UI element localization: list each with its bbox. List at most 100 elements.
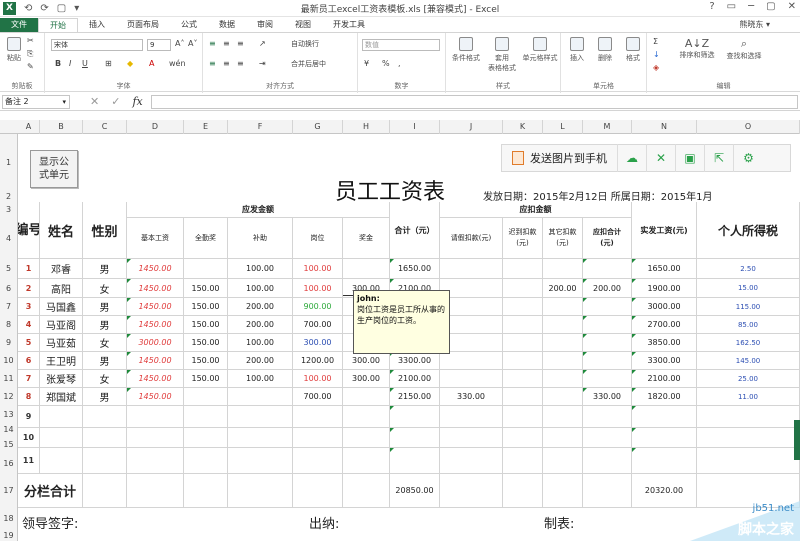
cell-other-4[interactable] — [543, 316, 583, 334]
cell-tax-7[interactable]: 25.00 — [697, 370, 800, 388]
cell-name-8[interactable]: 郑国斌 — [40, 388, 83, 406]
cell-comment[interactable]: john: 岗位工资是员工所从事的生产岗位的工资。 — [353, 290, 450, 354]
column-header-c[interactable]: C — [83, 120, 127, 134]
cell-attendance-4[interactable]: 150.00 — [184, 316, 228, 334]
empty-cell[interactable] — [390, 428, 440, 448]
empty-cell[interactable] — [632, 428, 697, 448]
column-header-j[interactable]: J — [440, 120, 503, 134]
cell-subsidy-2[interactable]: 100.00 — [228, 279, 293, 298]
cell-post-3[interactable]: 900.00 — [293, 298, 343, 316]
cell-tax-1[interactable]: 2.50 — [697, 259, 800, 279]
column-header-n[interactable]: N — [632, 120, 697, 134]
header-tax[interactable]: 个人所得税 — [697, 202, 800, 259]
empty-cell[interactable] — [83, 448, 127, 474]
cell-no-4[interactable]: 4 — [18, 316, 40, 334]
align-bottom-icon[interactable]: ≡ — [237, 39, 244, 48]
subtotal-cell[interactable] — [543, 474, 583, 508]
row-header-2[interactable]: 2 — [0, 192, 18, 202]
empty-cell[interactable] — [40, 406, 83, 428]
cell-late-4[interactable] — [503, 316, 543, 334]
expand-icon[interactable]: ✕ — [647, 144, 676, 172]
cell-total-8[interactable]: 2150.00 — [390, 388, 440, 406]
empty-cell[interactable] — [127, 406, 184, 428]
cell-post-2[interactable]: 100.00 — [293, 279, 343, 298]
header-post[interactable]: 岗位 — [293, 218, 343, 259]
row-header-10[interactable]: 10 — [0, 352, 18, 370]
cell-no-9[interactable]: 9 — [18, 406, 40, 428]
cell-net-2[interactable]: 1900.00 — [632, 279, 697, 298]
shrink-font-button[interactable]: A˅ — [188, 39, 197, 48]
cell-deduct-total-5[interactable] — [583, 334, 632, 352]
cell-net-6[interactable]: 3300.00 — [632, 352, 697, 370]
subtotal-cell[interactable] — [343, 474, 390, 508]
cell-other-7[interactable] — [543, 370, 583, 388]
row-header-3[interactable]: 3 — [0, 202, 18, 218]
wrap-text-button[interactable]: 自动换行 — [291, 39, 319, 49]
header-base[interactable]: 基本工资 — [127, 218, 184, 259]
cell-net-4[interactable]: 2700.00 — [632, 316, 697, 334]
comma-button[interactable]: , — [398, 59, 401, 68]
insert-function-icon[interactable]: fx — [132, 95, 142, 108]
format-painter-icon[interactable]: ✎ — [27, 62, 34, 71]
empty-cell[interactable] — [632, 448, 697, 474]
delete-button[interactable]: 删除 — [593, 37, 617, 63]
header-late[interactable]: 迟到扣款 (元) — [503, 218, 543, 259]
empty-cell[interactable] — [440, 428, 503, 448]
align-middle-icon[interactable]: ≡ — [223, 39, 230, 48]
column-header-a[interactable]: A — [18, 120, 40, 134]
empty-cell[interactable] — [343, 428, 390, 448]
enter-icon[interactable]: ✓ — [111, 95, 120, 108]
row-header-19[interactable]: 19 — [0, 530, 18, 541]
empty-cell[interactable] — [83, 428, 127, 448]
sort-filter-button[interactable]: A↓Z排序和筛选 — [677, 37, 717, 60]
insert-button[interactable]: 插入 — [565, 37, 589, 63]
copy-icon[interactable]: ⎘ — [27, 49, 33, 59]
bold-button[interactable]: B — [55, 59, 61, 68]
empty-cell[interactable] — [293, 428, 343, 448]
user-account[interactable]: 熊晓东 ▾ — [739, 19, 770, 30]
cell-attendance-5[interactable]: 150.00 — [184, 334, 228, 352]
column-header-e[interactable]: E — [184, 120, 228, 134]
empty-cell[interactable] — [583, 428, 632, 448]
cell-styles-button[interactable]: 单元格样式 — [520, 37, 560, 63]
grow-font-button[interactable]: A˄ — [175, 39, 184, 48]
header-subsidy[interactable]: 补助 — [228, 218, 293, 259]
cell-subsidy-8[interactable] — [228, 388, 293, 406]
cell-gender-6[interactable]: 男 — [83, 352, 127, 370]
cell-subsidy-7[interactable]: 100.00 — [228, 370, 293, 388]
cell-post-4[interactable]: 700.00 — [293, 316, 343, 334]
show-formula-cells-button[interactable]: 显示公 式单元 — [30, 150, 78, 188]
cell-gender-2[interactable]: 女 — [83, 279, 127, 298]
merge-center-button[interactable]: 合并后居中 — [291, 59, 326, 69]
format-as-table-button[interactable]: 套用 表格格式 — [486, 37, 518, 73]
row-header-7[interactable]: 7 — [0, 298, 18, 316]
row-header-14[interactable]: 14 — [0, 424, 18, 436]
cell-no-3[interactable]: 3 — [18, 298, 40, 316]
row-header-13[interactable]: 13 — [0, 406, 18, 424]
row-header-9[interactable]: 9 — [0, 334, 18, 352]
cell-deduct-total-3[interactable] — [583, 298, 632, 316]
number-format-combo[interactable]: 数值 — [362, 39, 440, 51]
empty-cell[interactable] — [697, 448, 800, 474]
tab-developer[interactable]: 开发工具 — [322, 18, 376, 32]
cell-gender-5[interactable]: 女 — [83, 334, 127, 352]
empty-cell[interactable] — [184, 406, 228, 428]
font-color-icon[interactable]: A — [149, 59, 154, 68]
row-header-4[interactable]: 4 — [0, 218, 18, 259]
empty-cell[interactable] — [83, 406, 127, 428]
cell-deduct-total-7[interactable] — [583, 370, 632, 388]
cell-no-2[interactable]: 2 — [18, 279, 40, 298]
percent-button[interactable]: % — [382, 59, 390, 68]
cell-net-5[interactable]: 3850.00 — [632, 334, 697, 352]
cell-bonus-7[interactable]: 300.00 — [343, 370, 390, 388]
clear-icon[interactable]: ◈ — [653, 63, 659, 72]
column-header-h[interactable]: H — [343, 120, 390, 134]
column-header-i[interactable]: I — [390, 120, 440, 134]
save-icon[interactable]: ▣ — [676, 144, 705, 172]
cell-other-8[interactable] — [543, 388, 583, 406]
empty-cell[interactable] — [503, 448, 543, 474]
cell-base-4[interactable]: 1450.00 — [127, 316, 184, 334]
empty-cell[interactable] — [293, 448, 343, 474]
cell-name-6[interactable]: 王卫明 — [40, 352, 83, 370]
cell-bonus-1[interactable] — [343, 259, 390, 279]
